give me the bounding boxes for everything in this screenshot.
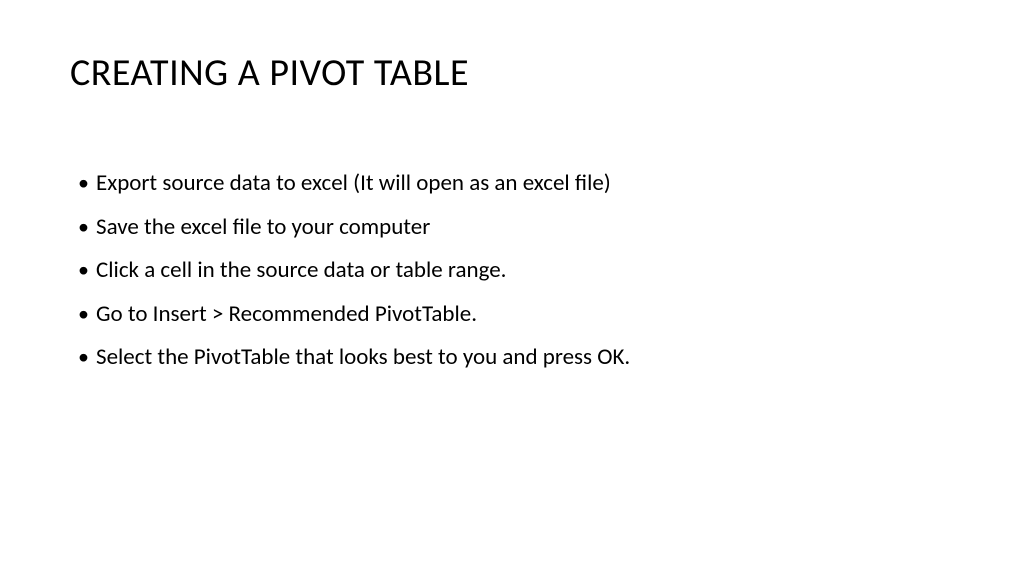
list-item: Export source data to excel (It will ope… — [78, 166, 954, 201]
list-item: Click a cell in the source data or table… — [78, 253, 954, 288]
list-item: Save the excel file to your computer — [78, 210, 954, 245]
bullet-list: Export source data to excel (It will ope… — [70, 166, 954, 375]
list-item: Select the PivotTable that looks best to… — [78, 340, 954, 375]
list-item: Go to Insert > Recommended PivotTable. — [78, 297, 954, 332]
slide-title: CREATING A PIVOT TABLE — [70, 50, 954, 96]
